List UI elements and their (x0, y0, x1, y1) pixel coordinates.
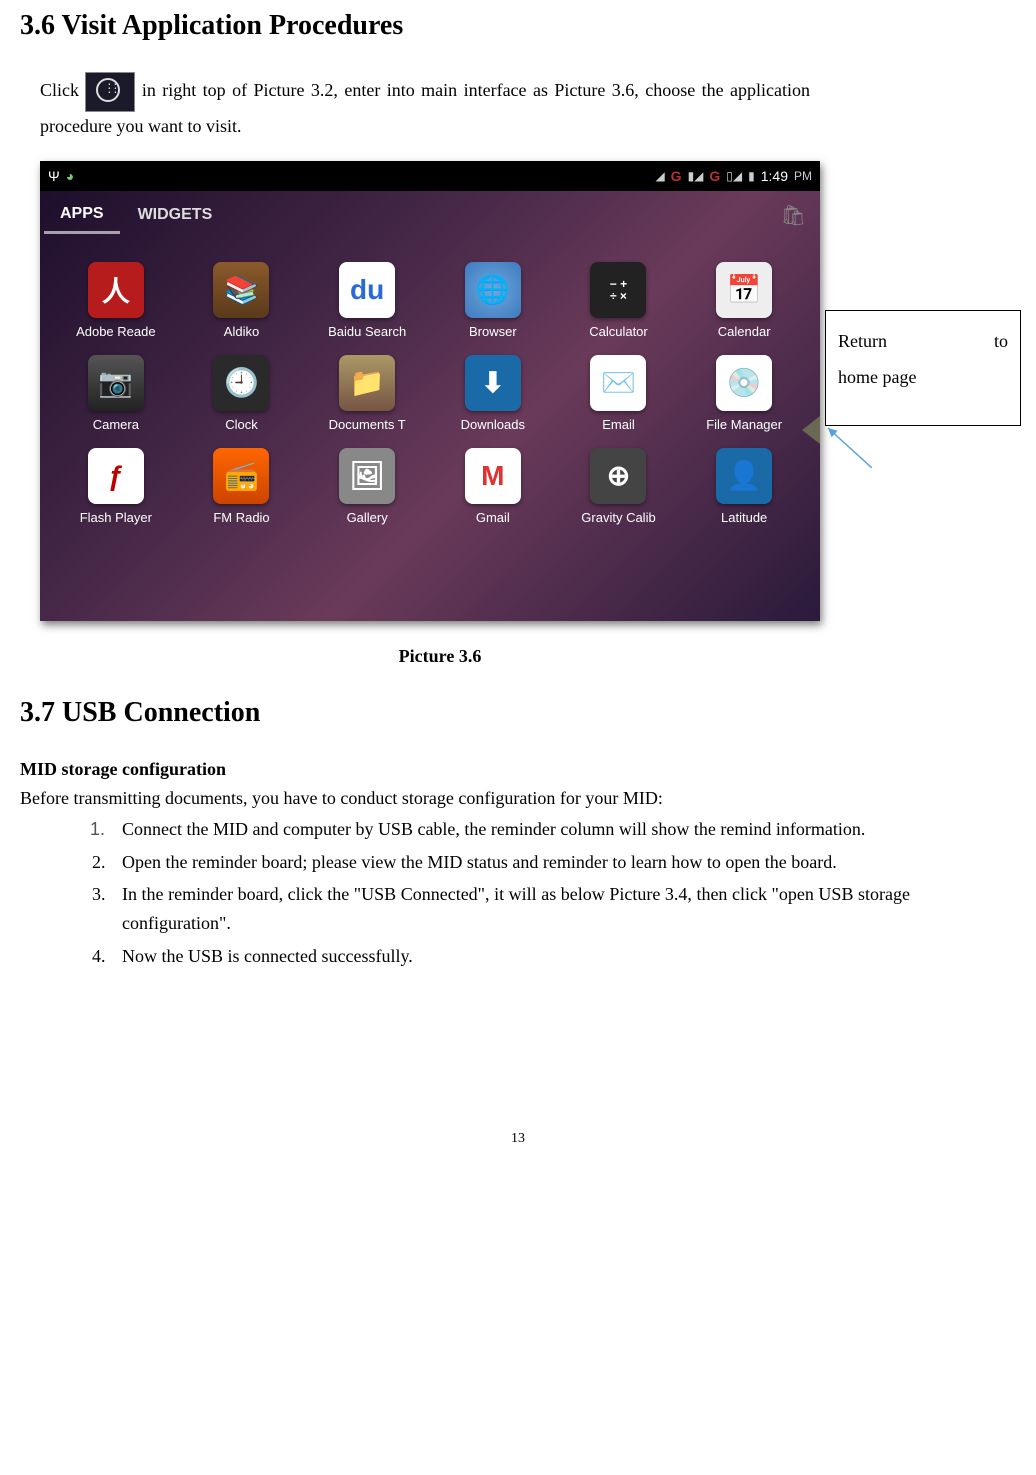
shop-icon[interactable]: 🛍 (781, 203, 816, 228)
tab-apps[interactable]: APPS (44, 197, 120, 234)
section-3-6-paragraph: Click in right top of Picture 3.2, enter… (40, 72, 810, 141)
callout-line2: home page (838, 359, 1008, 395)
app-browser[interactable]: 🌐Browser (433, 262, 553, 339)
app-aldiko[interactable]: 📚Aldiko (182, 262, 302, 339)
section-3-7-intro: Before transmitting documents, you have … (20, 788, 1016, 809)
app-gmail[interactable]: MGmail (433, 448, 553, 525)
step-3: In the reminder board, click the "USB Co… (110, 880, 910, 938)
page-number: 13 (20, 1131, 1016, 1167)
g-label-2: G (709, 168, 720, 184)
app-clock[interactable]: 🕘Clock (182, 355, 302, 432)
para-prefix: Click (40, 80, 85, 100)
figure-3-6-wrap: Ψ ◕ ◢ G ▮◢ G ▯◢ ▮ 1:49 PM APPS WIDGETS 🛍… (40, 161, 820, 667)
figure-caption: Picture 3.6 (40, 646, 840, 667)
callout-word-to: to (994, 323, 1008, 359)
callout-word-return: Return (838, 323, 887, 359)
status-bar: Ψ ◕ ◢ G ▮◢ G ▯◢ ▮ 1:49 PM (40, 161, 820, 191)
android-screenshot: Ψ ◕ ◢ G ▮◢ G ▯◢ ▮ 1:49 PM APPS WIDGETS 🛍… (40, 161, 820, 621)
app-email[interactable]: ✉️Email (559, 355, 679, 432)
section-3-6-heading: 3.6 Visit Application Procedures (20, 10, 1016, 42)
app-documents[interactable]: 📁Documents T (307, 355, 427, 432)
clock-ampm: PM (794, 169, 812, 183)
app-calendar[interactable]: 📅Calendar (684, 262, 804, 339)
app-gravity[interactable]: ⊕Gravity Calib (559, 448, 679, 525)
app-camera[interactable]: 📷Camera (56, 355, 176, 432)
app-calculator[interactable]: − +÷ ×Calculator (559, 262, 679, 339)
usb-icon: Ψ (48, 168, 60, 184)
signal-icon-2: ▯◢ (726, 169, 742, 183)
app-latitude[interactable]: 👤Latitude (684, 448, 804, 525)
app-gallery[interactable]: 🖼Gallery (307, 448, 427, 525)
wifi-icon: ◢ (655, 169, 664, 183)
callout-box: Return to home page (825, 310, 1021, 426)
signal-icon-1: ▮◢ (688, 169, 704, 183)
usb-steps-list: Connect the MID and computer by USB cabl… (50, 815, 910, 971)
para-suffix: in right top of Picture 3.2, enter into … (40, 80, 810, 136)
side-page-indicator-icon[interactable] (802, 416, 820, 444)
apps-tabs: APPS WIDGETS 🛍 (40, 191, 820, 240)
step-4: Now the USB is connected successfully. (110, 942, 910, 971)
mid-storage-subheading: MID storage configuration (20, 759, 1016, 780)
tab-widgets[interactable]: WIDGETS (122, 198, 229, 232)
app-fm-radio[interactable]: 📻FM Radio (182, 448, 302, 525)
step-2: Open the reminder board; please view the… (110, 848, 910, 877)
battery-icon: ▮ (748, 169, 755, 183)
section-3-7-heading: 3.7 USB Connection (20, 697, 1016, 729)
app-file-manager[interactable]: 💿File Manager (684, 355, 804, 432)
app-grid: 人Adobe Reade 📚Aldiko duBaidu Search 🌐Bro… (40, 240, 820, 547)
app-downloads[interactable]: ⬇Downloads (433, 355, 553, 432)
callout-arrow-line (826, 426, 872, 468)
app-adobe-reader[interactable]: 人Adobe Reade (56, 262, 176, 339)
g-label-1: G (671, 168, 682, 184)
android-debug-icon: ◕ (66, 168, 74, 184)
app-flash-player[interactable]: ƒFlash Player (56, 448, 176, 525)
clock-time: 1:49 (761, 168, 788, 184)
app-baidu-search[interactable]: duBaidu Search (307, 262, 427, 339)
apps-grid-icon (85, 72, 135, 112)
step-1: Connect the MID and computer by USB cabl… (110, 815, 910, 844)
